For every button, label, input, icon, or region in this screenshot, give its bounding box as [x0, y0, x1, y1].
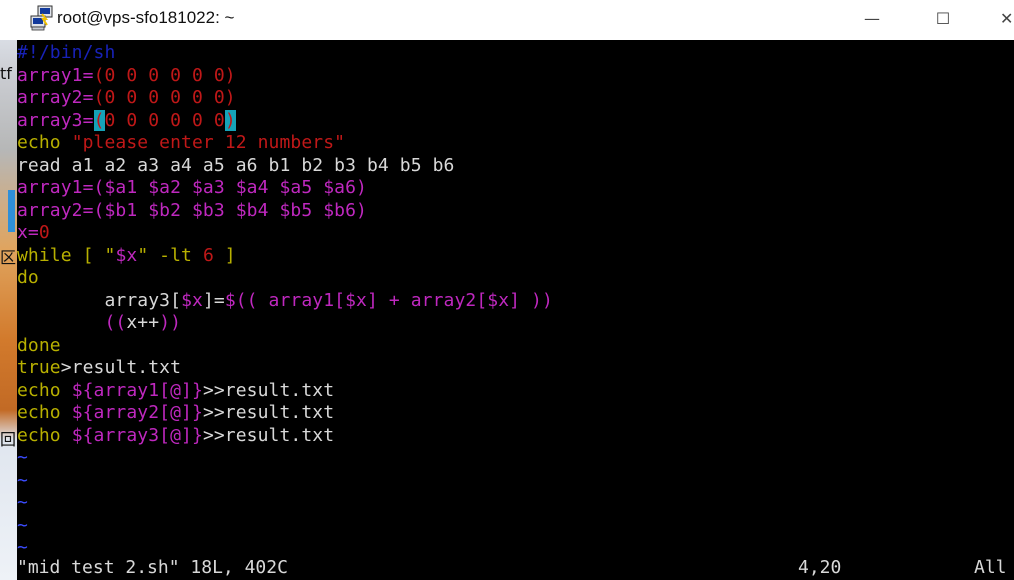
window-title: root@vps-sfo181022: ~: [57, 8, 235, 27]
code-token: while [: [17, 244, 105, 266]
code-token: -lt: [148, 244, 203, 266]
code-token: ${array1[@]}: [71, 379, 203, 401]
code-line[interactable]: echo "please enter 12 numbers": [17, 132, 345, 154]
code-line[interactable]: array3=(0 0 0 0 0 0): [17, 109, 236, 132]
code-token: ]: [213, 244, 236, 266]
status-cursor-position: 4,20: [798, 557, 842, 578]
desktop-icon-fragment: [8, 190, 15, 232]
desktop-label-fragment: tf: [0, 64, 12, 83]
code-token: array3=: [17, 109, 94, 131]
code-token: x++: [126, 312, 160, 333]
code-token: ": [137, 244, 149, 266]
code-line[interactable]: array3[$x]=$(( array1[$x] + array2[$x] )…: [17, 290, 553, 312]
code-token: >result.txt: [60, 357, 182, 378]
code-token: ]=: [202, 289, 225, 311]
code-token: echo: [17, 132, 72, 153]
code-token: (0 0 0 0 0 0): [93, 87, 236, 108]
code-token: >>result.txt: [202, 402, 335, 423]
code-line[interactable]: array1=($a1 $a2 $a3 $a4 $a5 $a6): [17, 177, 367, 199]
code-line[interactable]: echo ${array1[@]}>>result.txt: [17, 380, 334, 402]
code-token: "please enter 12 numbers": [71, 132, 346, 153]
empty-line-tilde: ~: [17, 447, 28, 468]
code-line[interactable]: done: [17, 335, 61, 357]
desktop-label-fragment: 回: [0, 430, 17, 449]
code-token: ${array3[@]}: [71, 424, 203, 446]
code-token: 0 0 0 0 0 0: [104, 109, 225, 131]
code-token: done: [17, 334, 61, 356]
code-token: ((: [104, 312, 127, 333]
code-line[interactable]: array2=(0 0 0 0 0 0): [17, 87, 236, 109]
code-token: ": [104, 244, 116, 266]
code-token: (0 0 0 0 0 0): [93, 64, 236, 86]
vim-editor[interactable]: "mid test 2.sh" 18L, 402C 4,20 All #!/bi…: [17, 40, 1014, 580]
code-line[interactable]: echo ${array3[@]}>>result.txt: [17, 425, 334, 447]
code-token: echo: [17, 379, 72, 401]
code-line[interactable]: echo ${array2[@]}>>result.txt: [17, 402, 334, 424]
code-token: $(( array1[$x] + array2[$x] )): [224, 289, 553, 311]
code-token: array1=($a1 $a2 $a3 $a4 $a5 $a6): [17, 177, 367, 198]
code-token: #!/bin/sh: [17, 42, 116, 63]
code-token: )): [159, 312, 182, 333]
code-line[interactable]: #!/bin/sh: [17, 42, 115, 64]
code-token: 6: [202, 244, 214, 266]
status-scroll-position: All: [974, 557, 1007, 578]
matching-paren-highlight: (: [93, 109, 105, 131]
code-token: echo: [17, 402, 72, 423]
code-token: array1=: [17, 64, 94, 86]
code-line[interactable]: x=0: [17, 222, 50, 244]
putty-icon: [30, 5, 53, 31]
code-token: echo: [17, 424, 72, 446]
code-token: $x: [115, 244, 138, 266]
code-token: >>result.txt: [202, 424, 335, 446]
empty-line-tilde: ~: [17, 514, 28, 536]
maximize-button[interactable]: ☐: [928, 7, 958, 31]
desktop-background-strip: tf 区 回: [0, 40, 17, 580]
code-line[interactable]: array1=(0 0 0 0 0 0): [17, 65, 236, 87]
code-line[interactable]: read a1 a2 a3 a4 a5 a6 b1 b2 b3 b4 b5 b6: [17, 155, 454, 177]
code-line[interactable]: do: [17, 267, 39, 289]
desktop-label-fragment: 区: [0, 248, 17, 267]
matching-paren-highlight: ): [224, 109, 236, 131]
code-token: array2=: [17, 87, 94, 108]
code-token: read a1 a2 a3 a4 a5 a6 b1 b2 b3 b4 b5 b6: [17, 154, 455, 176]
close-button[interactable]: ✕: [1000, 7, 1014, 31]
window-titlebar[interactable]: root@vps-sfo181022: ~ — ☐ ✕: [0, 0, 1014, 40]
code-token: x=: [17, 222, 39, 243]
code-token: do: [17, 267, 39, 288]
code-line[interactable]: while [ "$x" -lt 6 ]: [17, 245, 236, 267]
code-token: array3[: [17, 289, 182, 311]
empty-line-tilde: ~: [17, 537, 28, 558]
empty-line-tilde: ~: [17, 469, 28, 491]
code-line[interactable]: ((x++)): [17, 312, 181, 334]
empty-line-tilde: ~: [17, 492, 28, 513]
code-line[interactable]: true>result.txt: [17, 357, 181, 379]
status-file-info: "mid test 2.sh" 18L, 402C: [17, 557, 288, 578]
code-token: ${array2[@]}: [71, 402, 203, 423]
minimize-button[interactable]: —: [857, 7, 887, 31]
code-token: array2=($b1 $b2 $b3 $b4 $b5 $b6): [17, 199, 367, 221]
code-token: 0: [38, 222, 50, 243]
code-token: $x: [181, 289, 203, 311]
code-token: true: [17, 357, 61, 378]
code-line[interactable]: array2=($b1 $b2 $b3 $b4 $b5 $b6): [17, 200, 367, 222]
code-token: >>result.txt: [202, 379, 335, 401]
